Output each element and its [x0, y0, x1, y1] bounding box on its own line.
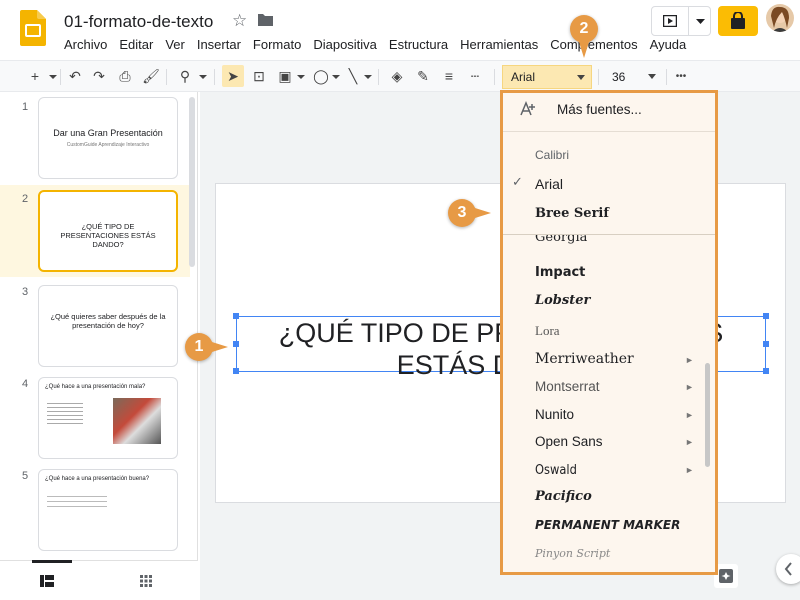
more-icon[interactable]: •••: [670, 65, 692, 87]
submenu-arrow-icon: ►: [685, 382, 694, 392]
font-select[interactable]: Arial: [502, 65, 592, 89]
menu-editar[interactable]: Editar: [113, 37, 159, 52]
menu-estructura[interactable]: Estructura: [383, 37, 454, 52]
slide-thumb-4[interactable]: 4 ¿Qué hace a una presentación mala?: [0, 374, 190, 466]
chevron-down-icon[interactable]: [297, 75, 305, 80]
chevron-down-icon[interactable]: [49, 75, 57, 80]
chevron-down-icon[interactable]: [199, 75, 207, 80]
font-item-bree-serif[interactable]: Bree Serif: [535, 206, 609, 221]
fill-color-icon[interactable]: ◈: [386, 65, 408, 87]
font-item-lobster[interactable]: Lobster: [535, 293, 590, 308]
submenu-arrow-icon: ►: [685, 355, 694, 365]
chevron-down-icon[interactable]: [364, 75, 372, 80]
filmstrip-scrollbar[interactable]: [189, 97, 195, 267]
resize-handle[interactable]: [233, 341, 239, 347]
image-icon[interactable]: ▣: [274, 65, 296, 87]
folder-icon[interactable]: [257, 12, 274, 28]
font-item-pinyon-script[interactable]: Pinyon Script: [535, 547, 610, 560]
chevron-down-icon[interactable]: [696, 19, 705, 25]
font-item-lora[interactable]: Lora: [535, 323, 560, 339]
view-toggle: [0, 560, 198, 600]
font-size-value: 36: [612, 70, 626, 84]
callout-3-pointer-icon: [475, 208, 491, 218]
present-icon: [663, 15, 677, 27]
undo-icon[interactable]: ↶: [64, 65, 86, 87]
shape-icon[interactable]: ◯: [310, 65, 332, 87]
slide-thumb-2[interactable]: 2 ¿QUÉ TIPO DE PRESENTACIONES ESTÁS DAND…: [0, 185, 190, 277]
font-item-open-sans[interactable]: Open Sans: [535, 434, 603, 449]
more-fonts-item[interactable]: Más fuentes...: [557, 102, 642, 117]
resize-handle[interactable]: [763, 341, 769, 347]
chevron-down-icon[interactable]: [332, 75, 340, 80]
border-color-icon[interactable]: ✎: [412, 65, 434, 87]
callout-3: 3: [448, 199, 476, 227]
submenu-arrow-icon: ►: [685, 410, 694, 420]
share-icon: [731, 12, 745, 29]
callout-2-pointer-icon: [579, 42, 589, 58]
redo-icon[interactable]: ↷: [88, 65, 110, 87]
callout-2: 2: [570, 15, 598, 43]
present-button[interactable]: [651, 6, 711, 36]
menu-ayuda[interactable]: Ayuda: [644, 37, 693, 52]
menu-formato[interactable]: Formato: [247, 37, 307, 52]
add-font-icon: [520, 101, 535, 116]
font-item-calibri[interactable]: Calibri: [535, 148, 569, 162]
font-item-permanent-marker[interactable]: Permanent Marker: [535, 518, 680, 532]
submenu-arrow-icon: ►: [685, 437, 694, 447]
border-dash-icon[interactable]: ┄: [464, 65, 486, 87]
header: 01-formato-de-texto ☆ Archivo Editar Ver…: [0, 0, 800, 60]
filmstrip-view-icon[interactable]: [40, 575, 54, 587]
new-slide-icon[interactable]: +: [24, 65, 46, 87]
filmstrip: 1 Dar una Gran Presentación CustomGuide …: [0, 92, 198, 600]
resize-handle[interactable]: [763, 368, 769, 374]
line-icon[interactable]: ╲: [342, 65, 364, 87]
font-dropdown: Más fuentes... Calibri ✓ Arial Bree Seri…: [500, 90, 718, 575]
menu-insertar[interactable]: Insertar: [191, 37, 247, 52]
zoom-icon[interactable]: ⚲: [174, 65, 196, 87]
collapse-panel-icon[interactable]: [776, 554, 800, 584]
dropdown-scrollbar[interactable]: [705, 363, 710, 467]
document-title[interactable]: 01-formato-de-texto: [64, 12, 213, 32]
menu-archivo[interactable]: Archivo: [58, 37, 113, 52]
submenu-arrow-icon: ►: [685, 465, 694, 475]
slides-app: 01-formato-de-texto ☆ Archivo Editar Ver…: [0, 0, 800, 600]
check-icon: ✓: [512, 174, 523, 189]
grid-view-icon[interactable]: [140, 575, 152, 587]
print-icon[interactable]: ⎙: [114, 65, 136, 87]
font-item-merriweather[interactable]: Merriweather: [535, 351, 634, 367]
menu-complementos[interactable]: Complementos: [544, 37, 643, 52]
slide-thumb-3[interactable]: 3 ¿Qué quieres saber después de la prese…: [0, 282, 190, 374]
font-select-value: Arial: [511, 70, 536, 84]
share-button[interactable]: [718, 6, 758, 36]
font-item-arial[interactable]: Arial: [535, 176, 563, 192]
menu-herramientas[interactable]: Herramientas: [454, 37, 544, 52]
font-item-impact[interactable]: Impact: [535, 265, 585, 280]
star-icon[interactable]: ☆: [232, 11, 247, 31]
slide-thumb-1[interactable]: 1 Dar una Gran Presentación CustomGuide …: [0, 97, 190, 189]
slides-logo-icon[interactable]: [20, 10, 46, 46]
resize-handle[interactable]: [763, 313, 769, 319]
slide-thumb-5[interactable]: 5 ¿Qué hace a una presentación buena?: [0, 466, 190, 558]
resize-handle[interactable]: [233, 313, 239, 319]
toolbar: + ↶ ↷ ⎙ 🖌 ⚲ ➤ ⊡ ▣ ◯ ╲ ◈ ✎ ≡ ┄ Arial 36 •…: [0, 60, 800, 92]
font-size-select[interactable]: 36: [604, 65, 662, 89]
border-weight-icon[interactable]: ≡: [438, 65, 460, 87]
callout-1: 1: [185, 333, 213, 361]
font-item-pacifico[interactable]: Pacifico: [535, 489, 592, 504]
menu-bar: Archivo Editar Ver Insertar Formato Diap…: [58, 37, 692, 52]
text-box-icon[interactable]: ⊡: [248, 65, 270, 87]
callout-1-pointer-icon: [212, 342, 228, 352]
menu-diapositiva[interactable]: Diapositiva: [307, 37, 383, 52]
resize-handle[interactable]: [233, 368, 239, 374]
font-item-georgia[interactable]: Georgia: [535, 235, 587, 246]
menu-ver[interactable]: Ver: [159, 37, 191, 52]
font-item-montserrat[interactable]: Montserrat: [535, 379, 600, 394]
select-icon[interactable]: ➤: [222, 65, 244, 87]
avatar[interactable]: [766, 4, 794, 32]
font-item-nunito[interactable]: Nunito: [535, 407, 574, 422]
font-item-oswald[interactable]: Oswald: [535, 462, 577, 478]
paint-format-icon[interactable]: 🖌: [140, 65, 162, 87]
